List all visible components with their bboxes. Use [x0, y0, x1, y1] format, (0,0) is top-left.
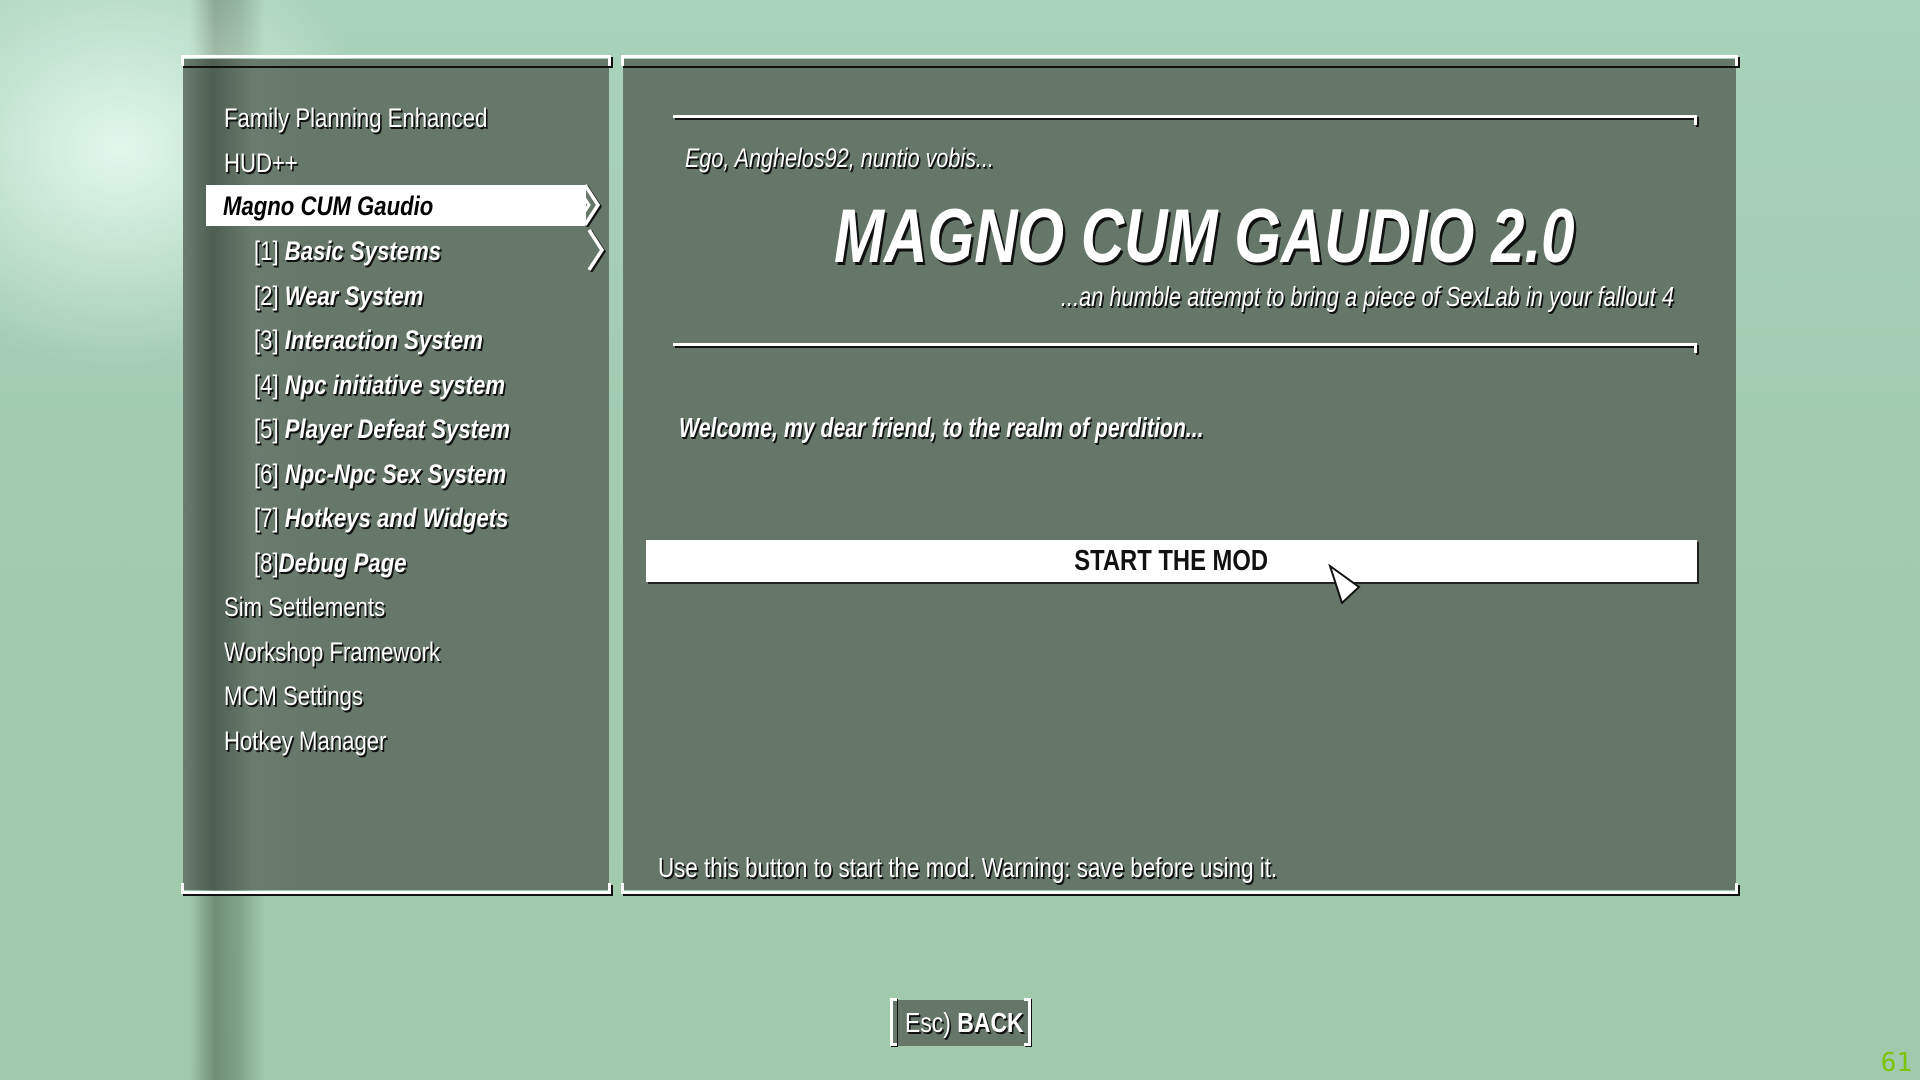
- mod-item-sim-settlements[interactable]: Sim Settlements: [224, 587, 421, 627]
- page-item-npc-npc-sex-system[interactable]: [6] Npc-Npc Sex System: [254, 454, 562, 494]
- start-mod-button[interactable]: START THE MOD: [646, 540, 1697, 582]
- page-item-player-defeat-system[interactable]: [5] Player Defeat System: [254, 409, 566, 449]
- mod-item-mcm-settings[interactable]: MCM Settings: [224, 676, 394, 716]
- mod-item-hudplusplus[interactable]: HUD++: [224, 143, 314, 183]
- page-title: MAGNO CUM GAUDIO 2.0: [834, 194, 1575, 279]
- mod-item-family-planning-enhanced[interactable]: Family Planning Enhanced: [224, 98, 545, 138]
- tagline-text: ...an humble attempt to bring a piece of…: [1060, 281, 1674, 312]
- mod-item-hotkey-manager[interactable]: Hotkey Manager: [224, 721, 422, 761]
- panel-frame-top: [181, 55, 611, 66]
- page-item-wear-system[interactable]: [2] Wear System: [254, 276, 461, 316]
- page-item-debug-page[interactable]: [8]Debug Page: [254, 543, 440, 583]
- mod-item-workshop-framework[interactable]: Workshop Framework: [224, 632, 488, 672]
- header-divider-top: [673, 115, 1697, 125]
- page-item-interaction-system[interactable]: [3] Interaction System: [254, 320, 533, 360]
- mod-list-panel: Family Planning Enhanced HUD++ Magno CUM…: [181, 55, 611, 894]
- panel-frame-bottom: [621, 883, 1738, 894]
- esc-key-hint: Esc): [905, 1007, 951, 1038]
- bracket-left: [890, 998, 897, 1046]
- header-divider-bottom: [673, 343, 1697, 353]
- back-label: BACK: [957, 1007, 1024, 1038]
- page-item-npc-initiative-system[interactable]: [4] Npc initiative system: [254, 365, 560, 405]
- double-chevron-right-icon: [582, 184, 602, 227]
- help-text: Use this button to start the mod. Warnin…: [658, 852, 1278, 883]
- page-item-hotkeys-and-widgets[interactable]: [7] Hotkeys and Widgets: [254, 498, 564, 538]
- panel-frame-bottom: [181, 883, 611, 894]
- welcome-text: Welcome, my dear friend, to the realm of…: [679, 412, 1204, 443]
- page-content-panel: Ego, Anghelos92, nuntio vobis... MAGNO C…: [621, 55, 1738, 894]
- back-button[interactable]: Esc) BACK: [890, 998, 1031, 1046]
- intro-text: Ego, Anghelos92, nuntio vobis...: [685, 143, 995, 173]
- panel-frame-top: [621, 55, 1738, 66]
- chevron-right-icon: [587, 229, 606, 272]
- mouse-cursor-icon: [1328, 564, 1361, 604]
- page-item-basic-systems[interactable]: [1] Basic Systems: [254, 231, 482, 271]
- mod-item-magno-cum-gaudio[interactable]: Magno CUM Gaudio: [223, 186, 479, 226]
- fps-counter: 61: [1880, 1048, 1912, 1078]
